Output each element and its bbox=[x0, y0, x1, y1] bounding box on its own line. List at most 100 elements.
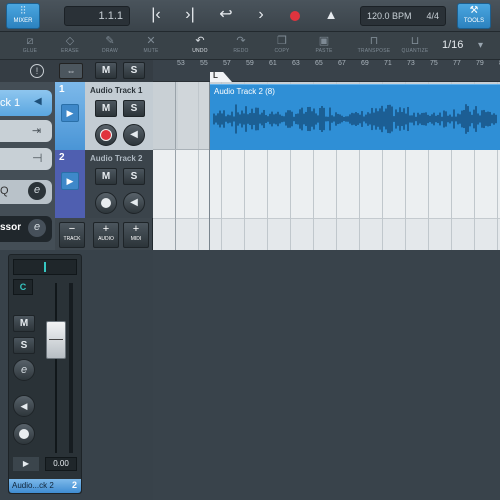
glue-tool[interactable]: ⧄ GLUE bbox=[12, 32, 48, 60]
track-header-1[interactable]: 1 ▶ Audio Track 1 M S ◀ bbox=[55, 82, 153, 150]
track-name[interactable]: Audio Track 2 bbox=[90, 154, 142, 163]
volume-value[interactable]: 0.00 bbox=[45, 457, 77, 471]
track-mute-button[interactable]: M bbox=[95, 100, 117, 117]
quantize-button[interactable]: ⊔ QUANTIZE bbox=[395, 32, 435, 60]
inspector-insert-row[interactable]: ssor e bbox=[0, 216, 52, 242]
undo-button[interactable]: ↶ UNDO bbox=[182, 32, 218, 60]
inspector-panel: ! ck 1 ◀ ⇥ ⊣ Q e ssor e bbox=[0, 60, 55, 250]
mixer-button[interactable]: ⫶⫶ MIXER bbox=[6, 3, 40, 29]
fader-grip-line bbox=[49, 339, 63, 340]
track-number: 1 bbox=[59, 84, 65, 95]
track-solo-button[interactable]: S bbox=[123, 168, 145, 185]
pencil-icon: ✎ bbox=[105, 35, 115, 47]
mute-tool[interactable]: ✕ MUTE bbox=[133, 32, 169, 60]
play-track-icon[interactable]: ▶ bbox=[61, 172, 79, 190]
ruler-tick-label: 71 bbox=[384, 60, 392, 67]
position-value: 1.1.1 bbox=[98, 10, 123, 22]
remove-track-button[interactable]: − TRACK bbox=[59, 222, 85, 248]
monitor-button[interactable]: ◀ bbox=[123, 192, 145, 214]
channel-mute-button[interactable]: M bbox=[13, 315, 35, 332]
redo-button[interactable]: ↷ REDO bbox=[223, 32, 259, 60]
channel-play-icon[interactable]: ▶ bbox=[13, 457, 39, 471]
inspector-eq-row[interactable]: Q e bbox=[0, 180, 52, 204]
input-icon: ⇥ bbox=[32, 125, 42, 137]
channel-solo-button[interactable]: S bbox=[13, 337, 35, 354]
draw-tool[interactable]: ✎ DRAW bbox=[92, 32, 128, 60]
track-name[interactable]: Audio Track 1 bbox=[90, 86, 142, 95]
add-midi-track-button[interactable]: + MIDI bbox=[123, 222, 149, 248]
monitor-button[interactable]: ◀ bbox=[123, 124, 145, 146]
quantize-value[interactable]: 1/16 bbox=[442, 39, 463, 51]
channel-strip: C M S e ◀ ▶ 0.00 Audio...ck 2 2 bbox=[8, 254, 82, 494]
ruler-tick-label: 73 bbox=[407, 60, 415, 67]
record-arm-icon bbox=[19, 429, 29, 439]
mixer-button-label: MIXER bbox=[13, 18, 33, 24]
insert-effect-label: ssor bbox=[0, 222, 22, 233]
undo-label: UNDO bbox=[192, 48, 208, 54]
track-list: ⇔ M S 1 ▶ Audio Track 1 M S ◀ 2 ▶ Audio … bbox=[55, 60, 153, 250]
plus-icon: + bbox=[102, 223, 110, 235]
copy-button[interactable]: ❐ COPY bbox=[264, 32, 300, 60]
channel-number: 2 bbox=[71, 480, 77, 490]
speaker-icon: ◀ bbox=[130, 129, 138, 140]
record-arm-button[interactable] bbox=[95, 124, 117, 146]
loop-icon[interactable]: ↩ bbox=[215, 0, 237, 30]
mute-icon: ✕ bbox=[146, 35, 156, 47]
rewind-to-start-icon[interactable]: |‹ bbox=[146, 0, 166, 30]
signature-value: 4/4 bbox=[426, 11, 439, 21]
play-track-icon[interactable]: ▶ bbox=[61, 104, 79, 122]
inspector-track-name-label: ck 1 bbox=[0, 97, 21, 109]
track-2-lane[interactable] bbox=[153, 150, 500, 218]
pan-control[interactable]: C bbox=[13, 279, 33, 295]
erase-tool[interactable]: ◇ ERASE bbox=[52, 32, 88, 60]
track-select-bar-1[interactable]: 1 ▶ bbox=[55, 82, 85, 150]
inspector-output-row[interactable]: ⊣ bbox=[0, 148, 52, 170]
tempo-display[interactable]: 120.0 BPM 4/4 bbox=[360, 6, 446, 26]
global-mute-button[interactable]: M bbox=[95, 62, 117, 79]
channel-monitor-button[interactable]: ◀ bbox=[13, 395, 35, 417]
timeline-ruler[interactable]: 535557596163656769717375777981 bbox=[153, 60, 500, 82]
lane-shade bbox=[178, 82, 210, 150]
minus-icon: − bbox=[68, 223, 76, 235]
track-select-bar-2[interactable]: 2 ▶ bbox=[55, 150, 85, 218]
track-header-2[interactable]: 2 ▶ Audio Track 2 M S ◀ bbox=[55, 150, 153, 218]
channel-name-bar[interactable]: Audio...ck 2 2 bbox=[9, 479, 81, 493]
track-number: 2 bbox=[59, 152, 65, 163]
transpose-button[interactable]: ⊓ TRANSPOSE bbox=[354, 32, 394, 60]
ruler-tick-label: 67 bbox=[338, 60, 346, 67]
add-audio-track-button[interactable]: + AUDIO bbox=[93, 222, 119, 248]
speaker-icon: ◀ bbox=[130, 197, 138, 208]
record-arm-button[interactable] bbox=[95, 192, 117, 214]
quantize-dropdown-icon[interactable]: ▾ bbox=[478, 40, 483, 51]
fx-icon[interactable]: e bbox=[28, 182, 46, 200]
record-icon[interactable] bbox=[290, 11, 300, 21]
channel-fx-button[interactable]: e bbox=[13, 359, 35, 381]
play-icon[interactable]: › bbox=[252, 0, 270, 30]
inspector-input-row[interactable]: ⇥ bbox=[0, 120, 52, 142]
mixer-icon: ⫶⫶ bbox=[20, 5, 26, 17]
audio-event[interactable]: Audio Track 2 (8) bbox=[210, 84, 500, 150]
locator-label: L bbox=[213, 71, 218, 80]
insert-fx-icon[interactable]: e bbox=[28, 219, 46, 237]
position-display[interactable]: 1.1.1 bbox=[64, 6, 130, 26]
tools-button[interactable]: ⚒ TOOLS bbox=[457, 3, 491, 29]
global-solo-button[interactable]: S bbox=[123, 62, 145, 79]
ruler-tick-label: 57 bbox=[223, 60, 231, 67]
plus-icon: + bbox=[132, 223, 140, 235]
metronome-icon[interactable]: ▲ bbox=[322, 0, 340, 30]
track-mute-button[interactable]: M bbox=[95, 168, 117, 185]
level-meter bbox=[69, 283, 73, 453]
forward-to-end-icon[interactable]: ›| bbox=[180, 0, 200, 30]
track-solo-button[interactable]: S bbox=[123, 100, 145, 117]
copy-icon: ❐ bbox=[277, 35, 287, 47]
inspector-track-name[interactable]: ck 1 ◀ bbox=[0, 90, 52, 116]
info-icon[interactable]: ! bbox=[30, 64, 44, 78]
paste-label: PASTE bbox=[315, 48, 333, 54]
collapse-icon[interactable]: ◀ bbox=[34, 96, 42, 107]
empty-lane-area[interactable] bbox=[153, 218, 500, 250]
volume-fader[interactable] bbox=[46, 321, 66, 359]
ruler-tick-label: 61 bbox=[269, 60, 277, 67]
paste-button[interactable]: ▣ PASTE bbox=[306, 32, 342, 60]
channel-record-button[interactable] bbox=[13, 423, 35, 445]
fit-tracks-icon[interactable]: ⇔ bbox=[59, 63, 83, 79]
